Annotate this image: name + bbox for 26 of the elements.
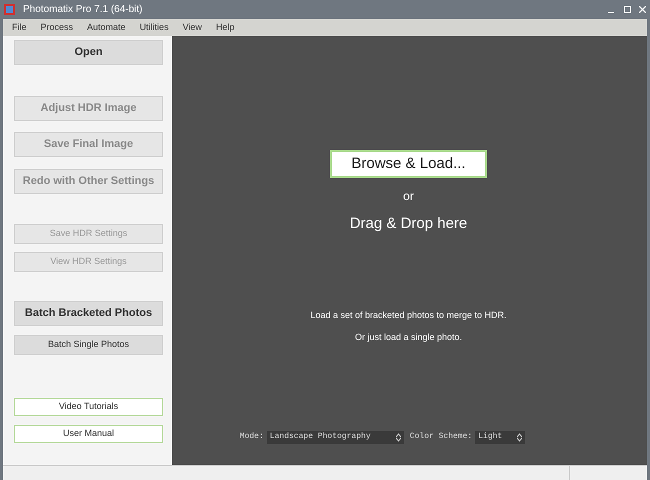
- or-text: or: [403, 188, 414, 205]
- hint-text: Load a set of bracketed photos to merge to HDR.: [310, 308, 507, 322]
- sidebar-button[interactable]: Video Tutorials: [14, 398, 163, 416]
- hint-text: Or just load a single photo.: [354, 331, 462, 344]
- mode-label: Mode:: [240, 431, 264, 443]
- menu-item[interactable]: File: [12, 20, 27, 34]
- sidebar-button[interactable]: Batch Single Photos: [14, 335, 163, 355]
- window-title: Photomatix Pro 7.1 (64-bit): [23, 3, 142, 17]
- sidebar-button[interactable]: Batch Bracketed Photos: [14, 301, 163, 326]
- drop-hint: Drag & Drop here: [350, 214, 468, 234]
- dropdown[interactable]: Landscape Photography: [266, 430, 404, 444]
- menu-item[interactable]: Automate: [87, 20, 126, 34]
- menu-item[interactable]: Utilities: [140, 20, 169, 34]
- close-icon[interactable]: [639, 6, 646, 13]
- browse-button[interactable]: Browse & Load...: [330, 150, 487, 178]
- spinner-icon: [396, 432, 401, 442]
- app-icon: [4, 4, 15, 15]
- menu-item[interactable]: Help: [216, 20, 234, 34]
- spinner-icon: [517, 432, 522, 442]
- sidebar-button[interactable]: Open: [14, 40, 163, 65]
- dropdown[interactable]: Light: [475, 430, 526, 444]
- menu-item[interactable]: Process: [40, 20, 74, 34]
- maximize-icon[interactable]: [624, 6, 631, 13]
- color-scheme-label: Color Scheme:: [410, 431, 472, 443]
- sidebar-button[interactable]: User Manual: [14, 425, 163, 443]
- menu-item[interactable]: View: [182, 20, 202, 34]
